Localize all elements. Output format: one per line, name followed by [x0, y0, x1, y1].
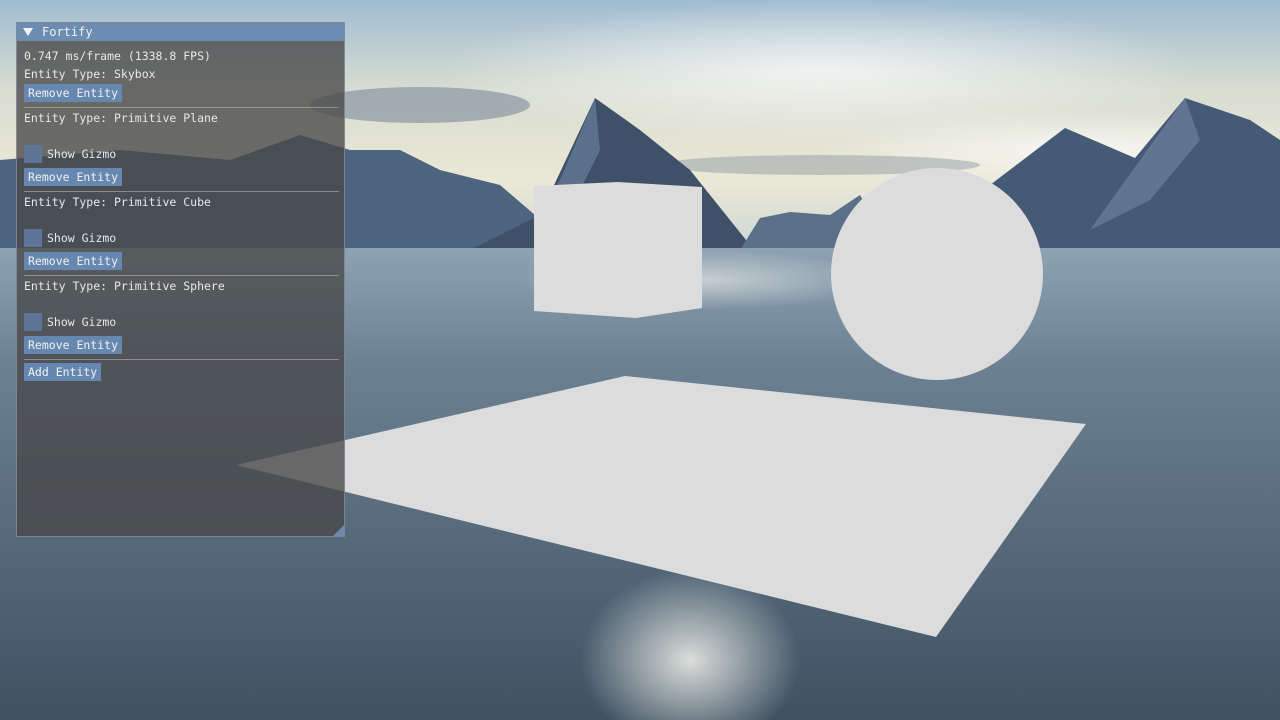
primitive-cube[interactable]	[534, 182, 702, 318]
fps-readout: 0.747 ms/frame (1338.8 FPS)	[24, 49, 211, 63]
resize-grip-icon[interactable]	[333, 525, 344, 536]
entity-type-label: Entity Type: Primitive Sphere	[24, 279, 225, 293]
separator	[24, 359, 339, 360]
show-gizmo-checkbox[interactable]	[24, 313, 42, 331]
entity-type-label: Entity Type: Primitive Cube	[24, 195, 211, 209]
show-gizmo-checkbox[interactable]	[24, 229, 42, 247]
fortify-panel[interactable]: Fortify 0.747 ms/frame (1338.8 FPS) Enti…	[16, 22, 345, 537]
remove-entity-button[interactable]: Remove Entity	[24, 84, 123, 102]
show-gizmo-row[interactable]: Show Gizmo	[24, 313, 116, 331]
entity-type-label: Entity Type: Skybox	[24, 67, 156, 81]
separator	[24, 107, 339, 108]
add-entity-button[interactable]: Add Entity	[24, 363, 102, 381]
primitive-sphere[interactable]	[831, 168, 1043, 380]
remove-entity-button[interactable]: Remove Entity	[24, 168, 123, 186]
separator	[24, 275, 339, 276]
collapse-triangle-icon[interactable]	[23, 28, 33, 36]
remove-entity-button[interactable]: Remove Entity	[24, 336, 123, 354]
show-gizmo-label: Show Gizmo	[47, 315, 117, 329]
show-gizmo-checkbox[interactable]	[24, 145, 42, 163]
viewport[interactable]: Fortify 0.747 ms/frame (1338.8 FPS) Enti…	[0, 0, 1280, 720]
remove-entity-button[interactable]: Remove Entity	[24, 252, 123, 270]
panel-title: Fortify	[42, 25, 93, 39]
show-gizmo-row[interactable]: Show Gizmo	[24, 145, 116, 163]
show-gizmo-label: Show Gizmo	[47, 147, 117, 161]
show-gizmo-label: Show Gizmo	[47, 231, 117, 245]
show-gizmo-row[interactable]: Show Gizmo	[24, 229, 116, 247]
panel-titlebar[interactable]: Fortify	[17, 23, 344, 41]
separator	[24, 191, 339, 192]
entity-type-label: Entity Type: Primitive Plane	[24, 111, 218, 125]
